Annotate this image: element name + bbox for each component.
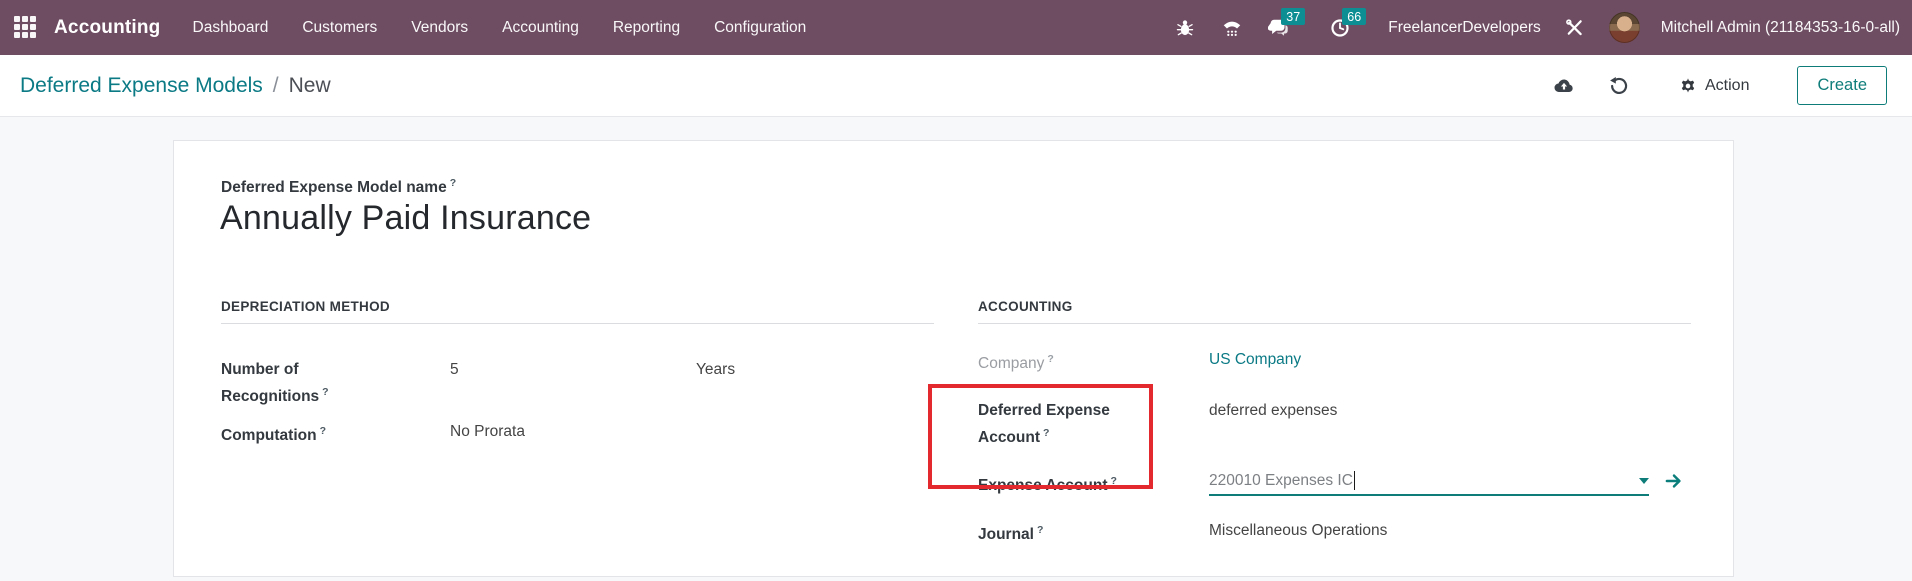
breadcrumb-current: New xyxy=(289,74,331,98)
field-value-deferred-expense-account[interactable]: deferred expenses xyxy=(1209,399,1691,422)
field-label: Journal? xyxy=(978,519,1150,546)
field-label: Expense Account? xyxy=(978,470,1150,497)
field-expense-account-widget: 220010 Expenses IC xyxy=(1209,470,1691,496)
gear-icon xyxy=(1679,77,1697,95)
avatar[interactable] xyxy=(1609,12,1640,43)
help-marker: ? xyxy=(322,386,328,398)
menu-dashboard[interactable]: Dashboard xyxy=(193,19,269,37)
odoo-accounting-screen: Accounting Dashboard Customers Vendors A… xyxy=(0,0,1912,581)
field-row-company: Company? US Company xyxy=(978,348,1691,375)
field-value-company[interactable]: US Company xyxy=(1209,348,1691,371)
app-brand[interactable]: Accounting xyxy=(54,17,161,39)
bug-icon[interactable] xyxy=(1172,15,1198,41)
tools-icon[interactable] xyxy=(1562,15,1588,41)
menu-vendors[interactable]: Vendors xyxy=(411,19,468,37)
dropdown-caret-icon[interactable] xyxy=(1639,478,1649,484)
help-marker: ? xyxy=(320,425,326,437)
section-title: DEPRECIATION METHOD xyxy=(221,299,934,324)
section-title: ACCOUNTING xyxy=(978,299,1691,324)
control-panel: Deferred Expense Models / New xyxy=(0,55,1912,117)
main-menu: Dashboard Customers Vendors Accounting R… xyxy=(193,19,807,37)
help-marker: ? xyxy=(1043,427,1049,439)
section-depreciation-method: DEPRECIATION METHOD Number of Recognitio… xyxy=(221,299,934,447)
breadcrumb-parent[interactable]: Deferred Expense Models xyxy=(20,74,263,98)
field-value-journal[interactable]: Miscellaneous Operations xyxy=(1209,519,1691,542)
internal-link-arrow-icon[interactable] xyxy=(1664,470,1684,491)
create-button[interactable]: Create xyxy=(1797,66,1887,105)
field-row-expense-account: Expense Account? 220010 Expenses IC xyxy=(978,470,1691,497)
accounting-rows: Company? US Company Deferred Expense Acc… xyxy=(978,324,1691,547)
help-marker: ? xyxy=(1037,524,1043,536)
field-row-number-of-recognitions: Number of Recognitions? 5 Years xyxy=(221,358,934,408)
user-menu[interactable]: Mitchell Admin (21184353-16-0-all) xyxy=(1661,19,1900,37)
undo-icon[interactable] xyxy=(1601,69,1635,103)
help-marker: ? xyxy=(1111,475,1117,487)
field-label: Computation? xyxy=(221,420,393,447)
text-cursor xyxy=(1354,471,1355,490)
expense-account-input[interactable]: 220010 Expenses IC xyxy=(1209,470,1649,496)
menu-configuration[interactable]: Configuration xyxy=(714,19,806,37)
help-marker: ? xyxy=(1047,353,1053,365)
top-navbar: Accounting Dashboard Customers Vendors A… xyxy=(0,0,1912,55)
cloud-upload-icon[interactable] xyxy=(1547,69,1581,103)
activity-clock-icon[interactable]: 66 xyxy=(1327,15,1353,41)
model-name-label: Deferred Expense Model name? xyxy=(221,177,456,197)
form-sheet: Deferred Expense Model name? Annually Pa… xyxy=(173,140,1734,577)
company-switcher[interactable]: FreelancerDevelopers xyxy=(1388,19,1541,37)
menu-customers[interactable]: Customers xyxy=(302,19,377,37)
field-row-computation: Computation? No Prorata xyxy=(221,420,934,447)
breadcrumb-separator: / xyxy=(273,74,279,98)
section-accounting: ACCOUNTING Company? US Company Deferred … xyxy=(978,299,1691,547)
field-label: Number of Recognitions? xyxy=(221,358,393,408)
chat-badge: 37 xyxy=(1281,8,1305,26)
menu-reporting[interactable]: Reporting xyxy=(613,19,680,37)
field-value-period-unit[interactable]: Years xyxy=(696,358,934,381)
systray: 37 66 FreelancerDevelopers Mitchell Admi… xyxy=(1172,12,1900,43)
breadcrumb: Deferred Expense Models / New xyxy=(20,74,331,98)
field-value-number-of-recognitions[interactable]: 5 xyxy=(450,358,696,381)
action-label: Action xyxy=(1705,77,1749,95)
chat-icon[interactable]: 37 xyxy=(1266,15,1292,41)
field-row-journal: Journal? Miscellaneous Operations xyxy=(978,519,1691,546)
menu-accounting[interactable]: Accounting xyxy=(502,19,579,37)
help-marker: ? xyxy=(450,177,456,189)
field-value-computation[interactable]: No Prorata xyxy=(450,420,696,443)
action-menu[interactable]: Action xyxy=(1679,77,1749,95)
apps-grid-icon[interactable] xyxy=(14,16,38,40)
depreciation-rows: Number of Recognitions? 5 Years Computat… xyxy=(221,324,934,447)
model-name-value[interactable]: Annually Paid Insurance xyxy=(220,199,591,238)
field-label: Company? xyxy=(978,348,1150,375)
field-label: Deferred Expense Account? xyxy=(978,399,1150,449)
phone-icon[interactable] xyxy=(1219,15,1245,41)
activity-badge: 66 xyxy=(1342,8,1366,26)
field-row-deferred-expense-account: Deferred Expense Account? deferred expen… xyxy=(978,399,1691,449)
expense-account-input-text: 220010 Expenses IC xyxy=(1209,470,1353,491)
control-panel-buttons: Action Create xyxy=(1547,66,1887,105)
